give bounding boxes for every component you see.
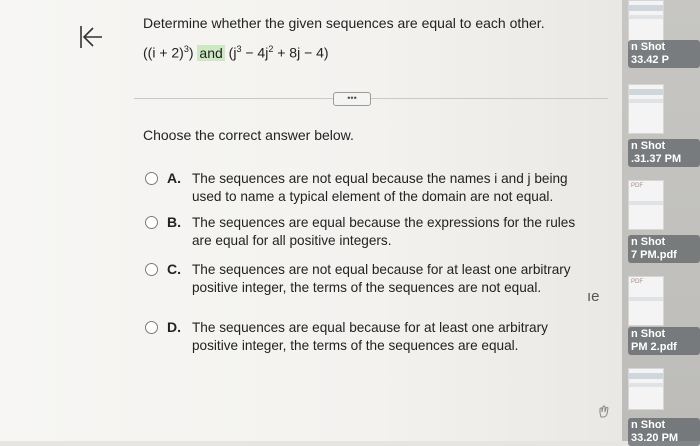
choice-a-text: The sequences are not equal because the … bbox=[192, 171, 568, 204]
choice-d-letter: D. bbox=[167, 319, 181, 335]
section-divider bbox=[134, 98, 608, 99]
expand-more-button[interactable]: ••• bbox=[333, 92, 371, 106]
radio-c[interactable] bbox=[145, 263, 158, 276]
desktop-file-4-name: n Shot PM 2.pdf bbox=[628, 327, 700, 355]
file-thumbnail bbox=[628, 368, 664, 410]
sequence-formula: ((i + 2)3) and (j3 − 4j2 + 8j − 4) bbox=[143, 44, 329, 61]
clipped-edge-text: ıe bbox=[587, 288, 600, 305]
formula-right-end: + 8j − 4) bbox=[273, 44, 329, 61]
formula-and: and bbox=[197, 44, 225, 61]
answer-prompt: Choose the correct answer below. bbox=[143, 127, 354, 143]
desktop-file-1-name: n Shot 33.42 P bbox=[628, 40, 700, 68]
choice-c-text: The sequences are not equal because for … bbox=[192, 262, 571, 295]
radio-a[interactable] bbox=[145, 172, 158, 185]
file-thumbnail: PDF bbox=[628, 180, 664, 230]
choice-d-text: The sequences are equal because for at l… bbox=[192, 320, 548, 353]
desktop-file-3-name: n Shot 7 PM.pdf bbox=[628, 235, 700, 263]
formula-left: ((i + 2) bbox=[143, 44, 184, 61]
choice-c-letter: C. bbox=[167, 261, 181, 277]
question-text: Determine whether the given sequences ar… bbox=[143, 15, 545, 31]
formula-right-mid: − 4j bbox=[241, 44, 269, 61]
choice-b-letter: B. bbox=[167, 214, 181, 230]
file-thumbnail bbox=[628, 84, 664, 134]
formula-left-close: ) bbox=[188, 44, 194, 61]
choice-a-letter: A. bbox=[167, 170, 181, 186]
file-thumbnail: PDF bbox=[628, 276, 664, 326]
hand-cursor-icon bbox=[599, 405, 609, 418]
radio-b[interactable] bbox=[145, 216, 158, 229]
desktop-file-5-name: n Shot 33.20 PM bbox=[628, 418, 700, 446]
desktop-file-2-name: n Shot .31.37 PM bbox=[628, 139, 700, 167]
radio-d[interactable] bbox=[145, 321, 158, 334]
back-arrow-icon[interactable] bbox=[78, 24, 104, 50]
choice-b-text: The sequences are equal because the expr… bbox=[192, 215, 576, 248]
question-panel: Determine whether the given sequences ar… bbox=[0, 0, 622, 441]
